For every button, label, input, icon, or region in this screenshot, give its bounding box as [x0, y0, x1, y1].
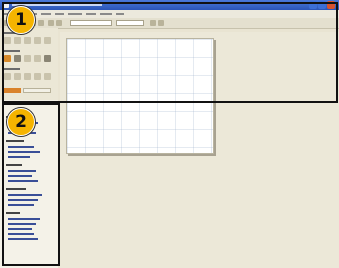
app-window: 1 2 [0, 0, 339, 268]
callout-badge-1: 1 [7, 6, 35, 34]
callout-badge-2: 2 [7, 108, 35, 136]
highlight-box-1 [2, 2, 338, 103]
